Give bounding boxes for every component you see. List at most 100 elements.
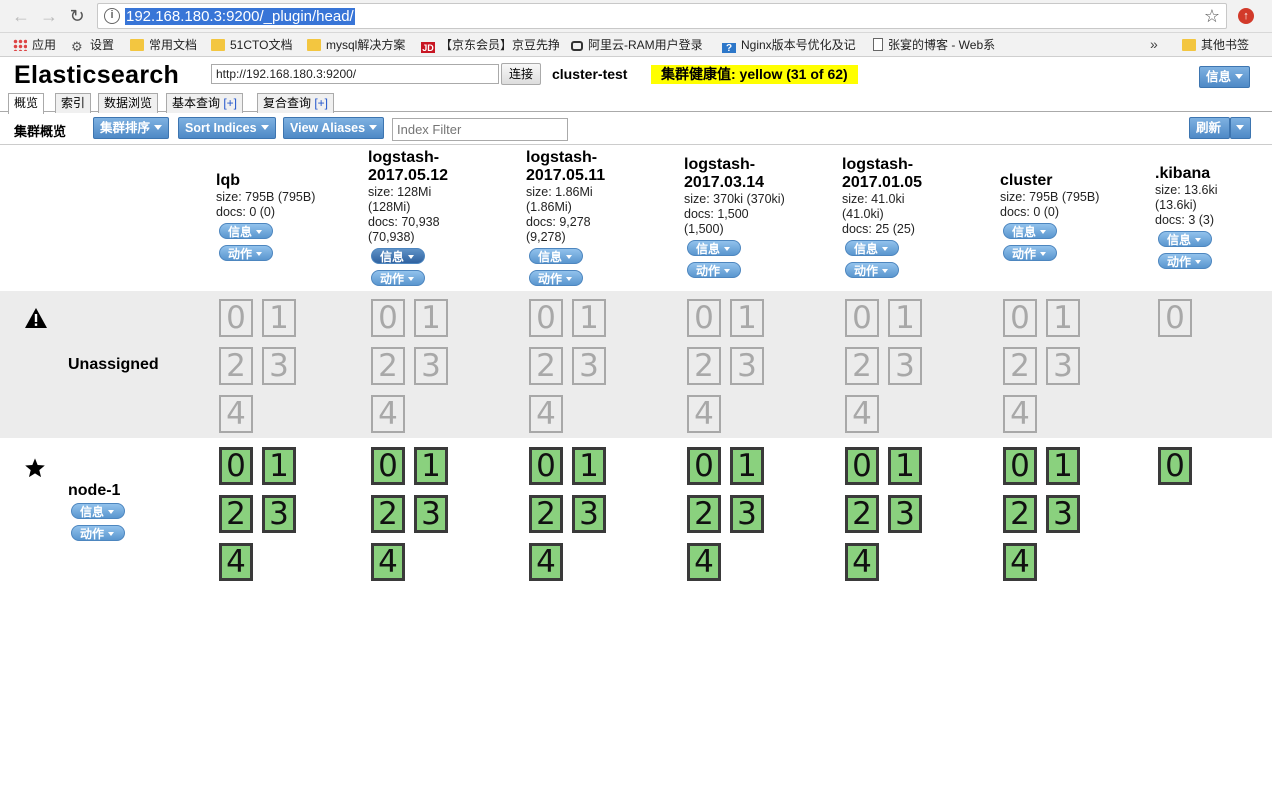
bookmark-apps[interactable]: 应用 bbox=[13, 37, 56, 53]
unassigned-shard[interactable]: 3 bbox=[1046, 347, 1080, 385]
bookmark-folder[interactable]: 常用文档 bbox=[130, 37, 197, 53]
bookmark-aliyun[interactable]: 阿里云-RAM用户登录 bbox=[571, 37, 709, 53]
assigned-shard[interactable]: 4 bbox=[219, 543, 253, 581]
unassigned-shard[interactable]: 1 bbox=[888, 299, 922, 337]
unassigned-shard[interactable]: 3 bbox=[730, 347, 764, 385]
info-menu-button[interactable]: 信息 bbox=[1199, 66, 1251, 88]
index-info-button[interactable]: 信息 bbox=[687, 240, 741, 256]
address-url[interactable]: 192.168.180.3:9200/_plugin/head/ bbox=[125, 8, 355, 25]
bookmark-folder[interactable]: 51CTO文档 bbox=[211, 37, 292, 53]
bookmark-other[interactable]: 其他书签 bbox=[1182, 37, 1249, 53]
unassigned-shard[interactable]: 0 bbox=[1003, 299, 1037, 337]
unassigned-shard[interactable]: 2 bbox=[219, 347, 253, 385]
index-action-button[interactable]: 动作 bbox=[371, 270, 425, 286]
unassigned-shard[interactable]: 0 bbox=[371, 299, 405, 337]
assigned-shard[interactable]: 4 bbox=[845, 543, 879, 581]
index-info-button[interactable]: 信息 bbox=[845, 240, 899, 256]
unassigned-shard[interactable]: 0 bbox=[1158, 299, 1192, 337]
index-info-button[interactable]: 信息 bbox=[219, 223, 273, 239]
bookmark-jd[interactable]: JD 【京东会员】京豆先挣 bbox=[421, 37, 559, 53]
refresh-dropdown-button[interactable] bbox=[1230, 117, 1251, 139]
node-action-button[interactable]: 动作 bbox=[71, 525, 125, 541]
connect-url-input[interactable] bbox=[211, 64, 499, 84]
unassigned-shard[interactable]: 0 bbox=[219, 299, 253, 337]
back-arrow-icon[interactable]: ← bbox=[10, 5, 32, 27]
assigned-shard[interactable]: 2 bbox=[687, 495, 721, 533]
unassigned-shard[interactable]: 1 bbox=[572, 299, 606, 337]
index-action-button[interactable]: 动作 bbox=[529, 270, 583, 286]
unassigned-shard[interactable]: 2 bbox=[845, 347, 879, 385]
unassigned-shard[interactable]: 1 bbox=[414, 299, 448, 337]
unassigned-shard[interactable]: 1 bbox=[262, 299, 296, 337]
assigned-shard[interactable]: 0 bbox=[687, 447, 721, 485]
assigned-shard[interactable]: 3 bbox=[730, 495, 764, 533]
bookmark-nginx[interactable]: ? Nginx版本号优化及记 bbox=[722, 37, 860, 53]
assigned-shard[interactable]: 2 bbox=[529, 495, 563, 533]
assigned-shard[interactable]: 4 bbox=[371, 543, 405, 581]
assigned-shard[interactable]: 2 bbox=[219, 495, 253, 533]
assigned-shard[interactable]: 4 bbox=[687, 543, 721, 581]
unassigned-shard[interactable]: 0 bbox=[687, 299, 721, 337]
assigned-shard[interactable]: 3 bbox=[888, 495, 922, 533]
unassigned-shard[interactable]: 4 bbox=[371, 395, 405, 433]
unassigned-shard[interactable]: 1 bbox=[730, 299, 764, 337]
unassigned-shard[interactable]: 3 bbox=[888, 347, 922, 385]
index-info-button[interactable]: 信息 bbox=[1158, 231, 1212, 247]
bookmark-folder[interactable]: mysql解决方案 bbox=[307, 37, 405, 53]
assigned-shard[interactable]: 0 bbox=[529, 447, 563, 485]
unassigned-shard[interactable]: 2 bbox=[1003, 347, 1037, 385]
unassigned-shard[interactable]: 1 bbox=[1046, 299, 1080, 337]
index-action-button[interactable]: 动作 bbox=[1158, 253, 1212, 269]
view-aliases-button[interactable]: View Aliases bbox=[283, 117, 385, 139]
bookmark-blog[interactable]: 张宴的博客 - Web系 bbox=[873, 37, 1011, 53]
bookmarks-more[interactable]: » bbox=[1150, 36, 1158, 52]
reload-icon[interactable]: ↻ bbox=[66, 5, 88, 27]
bookmark-star-icon[interactable]: ☆ bbox=[1204, 6, 1220, 27]
index-action-button[interactable]: 动作 bbox=[845, 262, 899, 278]
unassigned-shard[interactable]: 4 bbox=[219, 395, 253, 433]
index-filter-input[interactable] bbox=[392, 118, 568, 141]
assigned-shard[interactable]: 4 bbox=[529, 543, 563, 581]
extension-icon[interactable]: ↑ bbox=[1238, 8, 1254, 24]
assigned-shard[interactable]: 1 bbox=[888, 447, 922, 485]
assigned-shard[interactable]: 1 bbox=[262, 447, 296, 485]
index-info-button[interactable]: 信息 bbox=[529, 248, 583, 264]
node-name[interactable]: node-1 bbox=[68, 482, 120, 500]
info-icon[interactable]: i bbox=[104, 8, 120, 24]
assigned-shard[interactable]: 2 bbox=[845, 495, 879, 533]
unassigned-shard[interactable]: 0 bbox=[529, 299, 563, 337]
node-info-button[interactable]: 信息 bbox=[71, 503, 125, 519]
unassigned-shard[interactable]: 3 bbox=[572, 347, 606, 385]
connect-button[interactable]: 连接 bbox=[501, 63, 541, 85]
assigned-shard[interactable]: 0 bbox=[1158, 447, 1192, 485]
assigned-shard[interactable]: 1 bbox=[730, 447, 764, 485]
assigned-shard[interactable]: 3 bbox=[262, 495, 296, 533]
bookmark-settings[interactable]: ⚙ 设置 bbox=[71, 37, 114, 53]
tab-compound-query[interactable]: 复合查询 [+] bbox=[257, 93, 335, 113]
address-bar[interactable]: i 192.168.180.3:9200/_plugin/head/ ☆ bbox=[97, 3, 1227, 29]
assigned-shard[interactable]: 2 bbox=[371, 495, 405, 533]
refresh-button[interactable]: 刷新 bbox=[1189, 117, 1230, 139]
sort-cluster-button[interactable]: 集群排序 bbox=[93, 117, 170, 139]
unassigned-shard[interactable]: 4 bbox=[687, 395, 721, 433]
sort-indices-button[interactable]: Sort Indices bbox=[178, 117, 276, 139]
assigned-shard[interactable]: 3 bbox=[414, 495, 448, 533]
unassigned-shard[interactable]: 3 bbox=[262, 347, 296, 385]
unassigned-shard[interactable]: 3 bbox=[414, 347, 448, 385]
assigned-shard[interactable]: 0 bbox=[1003, 447, 1037, 485]
index-action-button[interactable]: 动作 bbox=[219, 245, 273, 261]
index-info-button[interactable]: 信息 bbox=[371, 248, 425, 264]
tab-browser[interactable]: 数据浏览 bbox=[98, 93, 159, 113]
index-action-button[interactable]: 动作 bbox=[1003, 245, 1057, 261]
index-info-button[interactable]: 信息 bbox=[1003, 223, 1057, 239]
unassigned-shard[interactable]: 2 bbox=[529, 347, 563, 385]
unassigned-shard[interactable]: 0 bbox=[845, 299, 879, 337]
unassigned-shard[interactable]: 4 bbox=[1003, 395, 1037, 433]
assigned-shard[interactable]: 3 bbox=[1046, 495, 1080, 533]
assigned-shard[interactable]: 2 bbox=[1003, 495, 1037, 533]
forward-arrow-icon[interactable]: → bbox=[38, 5, 60, 27]
unassigned-shard[interactable]: 2 bbox=[371, 347, 405, 385]
assigned-shard[interactable]: 3 bbox=[572, 495, 606, 533]
tab-indices[interactable]: 索引 bbox=[55, 93, 92, 113]
assigned-shard[interactable]: 0 bbox=[845, 447, 879, 485]
